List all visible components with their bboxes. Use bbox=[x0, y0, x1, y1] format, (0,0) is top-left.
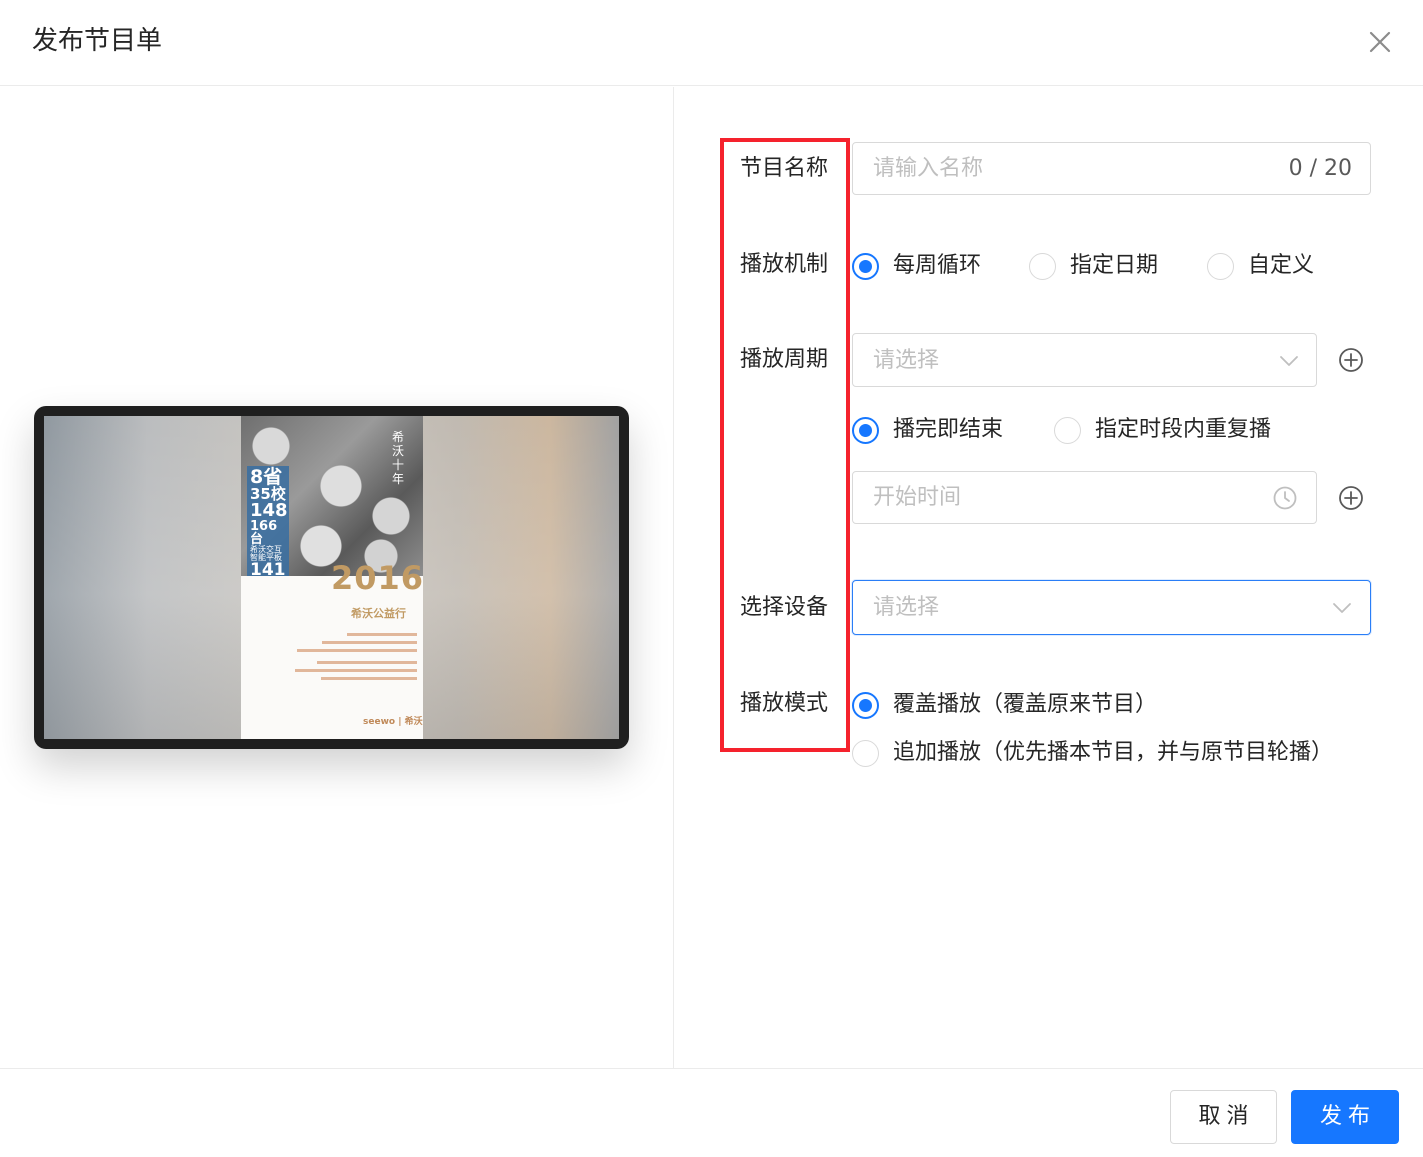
publish-button[interactable]: 发布 bbox=[1291, 1090, 1399, 1144]
radio-label: 追加播放（优先播本节目，并与原节目轮播） bbox=[893, 740, 1334, 765]
radio-label: 覆盖播放（覆盖原来节目） bbox=[893, 692, 1158, 717]
radio-label: 每周循环 bbox=[893, 253, 982, 278]
radio-label: 指定日期 bbox=[1070, 253, 1159, 278]
play-period-placeholder: 请选择 bbox=[873, 348, 940, 373]
radio-label: 播完即结束 bbox=[893, 417, 1004, 442]
radio-dot bbox=[852, 691, 879, 719]
program-poster: 希沃十年 8省 35校 148 166台 希沃交互智能平板 141 2016 希… bbox=[241, 416, 423, 739]
radio-label: 指定时段内重复播 bbox=[1095, 417, 1272, 442]
chevron-down-icon bbox=[1276, 348, 1302, 374]
preview-panel: 希沃十年 8省 35校 148 166台 希沃交互智能平板 141 2016 希… bbox=[0, 87, 673, 1068]
radio-end-after-play[interactable]: 播完即结束 bbox=[852, 415, 1003, 445]
poster-brand-logo: seewo | 希沃 bbox=[363, 717, 423, 727]
radio-repeat-in-slot[interactable]: 指定时段内重复播 bbox=[1054, 415, 1271, 445]
radio-specified-date[interactable]: 指定日期 bbox=[1029, 251, 1158, 281]
label-play-period: 播放周期 bbox=[740, 347, 829, 372]
panel-divider bbox=[673, 87, 674, 1068]
label-highlight-box bbox=[720, 138, 850, 752]
program-name-placeholder: 请输入名称 bbox=[873, 156, 984, 181]
poster-subtitle: 希沃公益行 bbox=[351, 607, 406, 620]
dialog-header: 发布节目单 bbox=[0, 0, 1423, 86]
radio-dot bbox=[1054, 416, 1081, 444]
radio-dot bbox=[852, 252, 879, 280]
poster-stat: 148 bbox=[250, 500, 288, 521]
device-preview: 希沃十年 8省 35校 148 166台 希沃交互智能平板 141 2016 希… bbox=[34, 406, 629, 749]
device-screen: 希沃十年 8省 35校 148 166台 希沃交互智能平板 141 2016 希… bbox=[44, 416, 619, 739]
poster-stat: 141 bbox=[250, 560, 286, 580]
cancel-button[interactable]: 取消 bbox=[1170, 1090, 1277, 1144]
device-placeholder: 请选择 bbox=[873, 595, 940, 620]
add-start-time-icon[interactable] bbox=[1337, 484, 1365, 512]
radio-dot bbox=[852, 739, 879, 767]
radio-dot bbox=[852, 416, 879, 444]
close-icon[interactable] bbox=[1362, 24, 1398, 60]
poster-corner-text: 希沃十年 bbox=[391, 430, 404, 486]
char-counter: 0 / 20 bbox=[1288, 156, 1352, 181]
label-select-device: 选择设备 bbox=[740, 595, 829, 620]
radio-overwrite-play[interactable]: 覆盖播放（覆盖原来节目） bbox=[852, 690, 1157, 720]
radio-custom[interactable]: 自定义 bbox=[1207, 251, 1314, 281]
program-name-input[interactable]: 请输入名称 0 / 20 bbox=[852, 142, 1371, 195]
radio-dot bbox=[1207, 252, 1234, 280]
device-select[interactable]: 请选择 bbox=[852, 580, 1371, 635]
poster-year: 2016 bbox=[331, 559, 425, 597]
label-program-name: 节目名称 bbox=[740, 156, 829, 181]
radio-dot bbox=[1029, 252, 1056, 280]
start-time-placeholder: 开始时间 bbox=[873, 485, 962, 510]
chevron-down-icon bbox=[1329, 595, 1355, 621]
poster-stats-panel: 8省 35校 148 166台 希沃交互智能平板 141 bbox=[247, 466, 289, 580]
add-period-icon[interactable] bbox=[1337, 346, 1365, 374]
radio-label: 自定义 bbox=[1248, 253, 1315, 278]
label-play-mechanism: 播放机制 bbox=[740, 252, 829, 277]
start-time-input[interactable]: 开始时间 bbox=[852, 471, 1317, 524]
label-play-mode: 播放模式 bbox=[740, 691, 829, 716]
clock-icon bbox=[1272, 485, 1298, 511]
radio-weekly-loop[interactable]: 每周循环 bbox=[852, 251, 981, 281]
radio-append-play[interactable]: 追加播放（优先播本节目，并与原节目轮播） bbox=[852, 738, 1333, 768]
poster-stat: 166台 bbox=[250, 519, 278, 547]
play-period-select[interactable]: 请选择 bbox=[852, 333, 1317, 387]
dialog-footer: 取消 发布 bbox=[0, 1068, 1423, 1157]
dialog-title: 发布节目单 bbox=[32, 26, 163, 56]
poster-body-text bbox=[291, 628, 417, 680]
